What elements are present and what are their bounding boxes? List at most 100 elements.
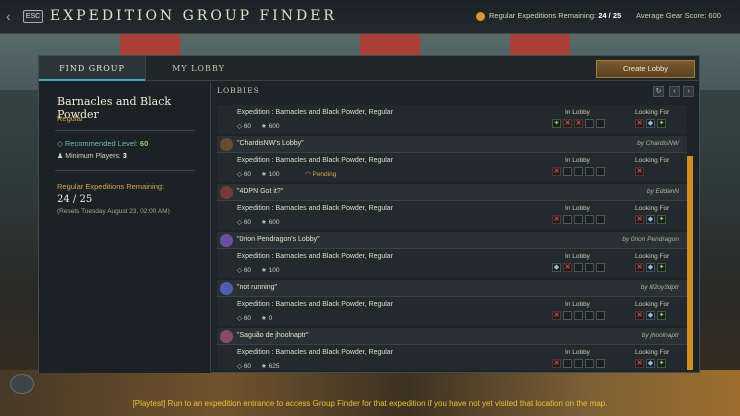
lobby-card[interactable]: "Saguão de jhoolnaptr" by jhoolnaptr Exp… <box>217 328 687 370</box>
top-bar: ‹ ESC EXPEDITION GROUP FINDER Regular Ex… <box>0 0 740 34</box>
info-icon <box>476 12 485 21</box>
expedition-info-panel: Barnacles and Black Powder Regular ◇ Rec… <box>39 82 211 373</box>
background-ground <box>0 370 740 416</box>
role-icon: ✕ <box>635 215 644 224</box>
empty-slot <box>574 215 583 224</box>
expedition-difficulty: Regular <box>57 114 84 123</box>
role-icon: ✦ <box>657 215 666 224</box>
lobby-name: "0rion Pendragon's Lobby" <box>237 236 320 243</box>
lobby-owner: by ChardisNW <box>637 140 679 147</box>
tab-my-lobby[interactable]: MY LOBBY <box>145 56 251 81</box>
lobby-owner: by lll2oy3dptr <box>640 284 679 291</box>
in-lobby-label: In Lobby <box>565 253 590 260</box>
lobby-list: Expedition : Barnacles and Black Powder,… <box>213 100 693 370</box>
in-lobby-slots: ◆ ✕ <box>552 263 605 273</box>
in-lobby-slots: ✕ <box>552 167 605 177</box>
star-icon: ★ <box>261 315 267 322</box>
lobby-owner: by 0rion Pendragon <box>622 236 679 243</box>
lobby-card-header: "4DPN Got it?" by EddanN <box>217 184 687 201</box>
lobby-card-body: Expedition : Barnacles and Black Powder,… <box>217 201 687 230</box>
lobby-owner: by EddanN <box>646 188 679 195</box>
tab-bar: FIND GROUP MY LOBBY Create Lobby <box>39 56 699 81</box>
empty-slot <box>596 119 605 128</box>
empty-slot <box>574 263 583 272</box>
esc-key-badge[interactable]: ESC <box>23 10 43 23</box>
looking-for-slots: ✕ ◆ ✦ <box>635 311 666 321</box>
in-lobby-slots: ✦ ✕ ✕ <box>552 119 605 129</box>
lobby-card-body: Expedition : Barnacles and Black Powder,… <box>217 345 687 370</box>
chevron-left-icon[interactable]: ‹ <box>6 8 22 24</box>
page-next-icon[interactable]: › <box>683 86 694 97</box>
lobby-expedition: Expedition : Barnacles and Black Powder,… <box>237 205 394 212</box>
empty-slot <box>585 359 594 368</box>
lobbies-heading: LOBBIES <box>217 86 260 95</box>
looking-for-label: Looking For <box>635 301 670 308</box>
role-icon: ✕ <box>635 167 644 176</box>
pending-status: ◠ Pending <box>305 171 337 178</box>
lobby-name: "Saguão de jhoolnaptr" <box>237 332 309 339</box>
in-lobby-label: In Lobby <box>565 157 590 164</box>
lobby-gear-score: ★ 0 <box>261 315 273 322</box>
role-icon: ✕ <box>563 119 572 128</box>
page-prev-icon[interactable]: ‹ <box>669 86 680 97</box>
create-lobby-button[interactable]: Create Lobby <box>596 60 695 78</box>
spinner-icon: ◠ <box>305 171 311 178</box>
scrollbar[interactable] <box>687 156 693 370</box>
empty-slot <box>585 263 594 272</box>
remaining-value: 24 / 25 <box>57 194 93 205</box>
lobby-card[interactable]: "4DPN Got it?" by EddanN Expedition : Ba… <box>217 184 687 230</box>
divider <box>55 130 195 131</box>
lobby-card[interactable]: Expedition : Barnacles and Black Powder,… <box>217 100 687 134</box>
lobby-card-body: Expedition : Barnacles and Black Powder,… <box>217 249 687 278</box>
lobby-name: "ChardisNW's Lobby" <box>237 140 304 147</box>
lobby-expedition: Expedition : Barnacles and Black Powder,… <box>237 349 394 356</box>
role-icon: ◆ <box>646 311 655 320</box>
role-icon: ◆ <box>552 263 561 272</box>
role-icon: ✦ <box>657 359 666 368</box>
refresh-icon[interactable]: ↻ <box>653 86 664 97</box>
lobby-level: ◇ 60 <box>237 267 252 274</box>
looking-for-label: Looking For <box>635 109 670 116</box>
lobby-gear-score: ★ 100 <box>261 171 280 178</box>
lobby-card-header: "not running" by lll2oy3dptr <box>217 280 687 297</box>
lobby-level: ◇ 60 <box>237 363 252 370</box>
lobby-card[interactable]: "0rion Pendragon's Lobby" by 0rion Pendr… <box>217 232 687 278</box>
role-icon: ✕ <box>635 359 644 368</box>
average-gear-score: Average Gear Score: 600 <box>636 11 721 20</box>
lobby-card[interactable]: "not running" by lll2oy3dptr Expedition … <box>217 280 687 326</box>
in-lobby-label: In Lobby <box>565 205 590 212</box>
role-icon: ✕ <box>635 119 644 128</box>
in-lobby-label: In Lobby <box>565 109 590 116</box>
looking-for-label: Looking For <box>635 349 670 356</box>
in-lobby-slots: ✕ <box>552 359 605 369</box>
role-icon: ◆ <box>646 119 655 128</box>
looking-for-slots: ✕ ◆ ✦ <box>635 119 666 129</box>
lobby-name: "not running" <box>237 284 277 291</box>
lobby-level: ◇ 60 <box>237 219 252 226</box>
lobby-card-body: Expedition : Barnacles and Black Powder,… <box>217 105 687 134</box>
lobby-card[interactable]: "ChardisNW's Lobby" by ChardisNW Expedit… <box>217 136 687 182</box>
looking-for-label: Looking For <box>635 157 670 164</box>
empty-slot <box>574 167 583 176</box>
role-icon: ✦ <box>657 263 666 272</box>
empty-slot <box>596 215 605 224</box>
looking-for-label: Looking For <box>635 205 670 212</box>
role-icon: ✕ <box>635 311 644 320</box>
chat-icon[interactable] <box>10 374 34 394</box>
empty-slot <box>585 215 594 224</box>
playtest-tip: [Playtest] Run to an expedition entrance… <box>132 399 608 408</box>
in-lobby-slots: ✕ <box>552 215 605 225</box>
lobby-level: ◇ 60 <box>237 315 252 322</box>
lobby-level: ◇ 60 <box>237 123 252 130</box>
tab-find-group[interactable]: FIND GROUP <box>39 56 145 81</box>
looking-for-slots: ✕ <box>635 167 644 177</box>
star-icon: ★ <box>261 123 267 130</box>
role-icon: ◆ <box>646 359 655 368</box>
avatar <box>220 282 233 295</box>
lobby-expedition: Expedition : Barnacles and Black Powder,… <box>237 301 394 308</box>
lobby-card-body: Expedition : Barnacles and Black Powder,… <box>217 297 687 326</box>
recommended-level: ◇ Recommended Level: 60 <box>57 139 149 148</box>
star-icon: ★ <box>261 267 267 274</box>
empty-slot <box>596 359 605 368</box>
empty-slot <box>596 311 605 320</box>
